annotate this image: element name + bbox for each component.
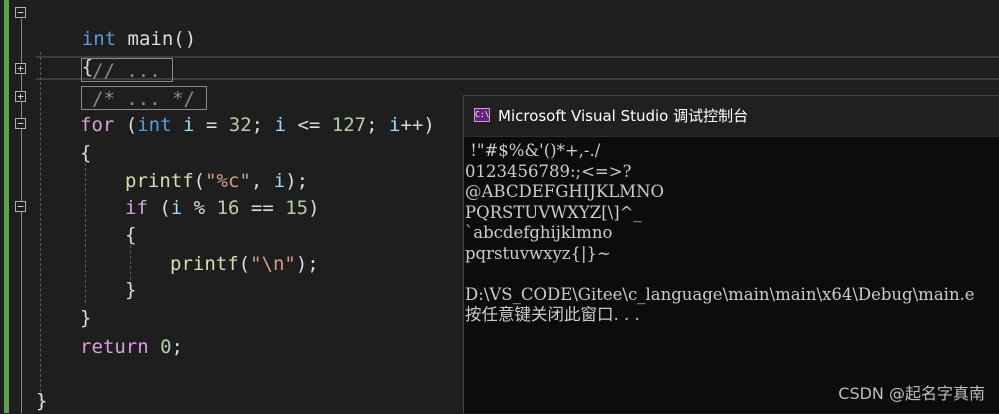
code-line-6[interactable]: { (80, 140, 91, 166)
string-literal: "%c" (205, 170, 251, 192)
code-line-11[interactable]: } (125, 277, 136, 303)
function-printf: printf (170, 253, 239, 275)
indent-guide (85, 163, 86, 303)
code-punct (149, 336, 160, 358)
code-punct: ( (114, 114, 138, 136)
code-punct: ( (147, 197, 171, 219)
open-brace: { (80, 142, 92, 164)
close-brace: } (80, 307, 92, 329)
change-tracking-bar (4, 0, 9, 413)
console-output-line: D:\VS_CODE\Gitee\c_language\main\main\x6… (465, 284, 975, 304)
expand-block-comment-icon[interactable]: + (15, 91, 26, 102)
code-line-printf-newline[interactable]: printf("\n"); (170, 251, 319, 277)
code-punct: == (239, 197, 286, 219)
console-output-line: 按任意键关闭此窗口. . . (465, 305, 640, 324)
collapsed-comment[interactable]: // ... (81, 58, 173, 82)
var-i: i (274, 114, 286, 136)
console-output-line: 0123456789:;<=>? (465, 161, 632, 181)
number: 0 (160, 336, 172, 358)
console-output[interactable]: !"#$%&'()*+,-./ 0123456789:;<=>? @ABCDEF… (465, 141, 999, 326)
console-title: Microsoft Visual Studio 调试控制台 (498, 107, 749, 125)
collapse-for-icon[interactable]: − (15, 118, 26, 129)
fold-guide-main (21, 19, 22, 413)
code-punct: ); (295, 253, 319, 275)
console-output-line: !"#$%&'()*+,-./ (465, 141, 601, 160)
csdn-watermark: CSDN @起名字真南 (838, 384, 985, 403)
keyword-if: if (125, 197, 148, 219)
debug-console-window[interactable]: C:\ Microsoft Visual Studio 调试控制台 !"#$%&… (463, 95, 999, 413)
number: 127 (331, 114, 367, 136)
code-punct: ) (308, 197, 320, 219)
expand-comment-icon[interactable]: + (15, 63, 26, 74)
console-output-line: pqrstuvwxyz{|}~ (465, 243, 611, 263)
keyword-for: for (80, 114, 115, 136)
console-output-line: @ABCDEFGHIJKLMNO (465, 182, 665, 201)
code-punct: ); (285, 170, 309, 192)
console-output-line: `abcdefghijklmno (465, 223, 613, 242)
current-line-highlight (36, 56, 999, 80)
console-titlebar[interactable]: C:\ Microsoft Visual Studio 调试控制台 (464, 96, 999, 137)
code-punct: , (250, 170, 274, 192)
number: 32 (228, 114, 252, 136)
number: 16 (216, 197, 240, 219)
code-punct: ( (238, 253, 251, 275)
keyword-int: int (137, 114, 172, 136)
code-line-9[interactable]: { (125, 222, 136, 248)
code-punct: <= (286, 114, 332, 136)
code-line-14[interactable]: } (36, 388, 47, 414)
close-brace: } (36, 390, 48, 412)
var-i: i (170, 197, 183, 219)
code-line-1[interactable]: int main() (36, 0, 196, 50)
code-text: main() (116, 28, 197, 50)
number: 15 (285, 197, 309, 219)
collapsed-block-comment[interactable]: /* ... */ (81, 86, 207, 110)
keyword-return: return (80, 336, 149, 358)
code-line-return[interactable]: return 0; (80, 334, 183, 360)
function-printf: printf (125, 170, 194, 192)
code-punct: = (194, 114, 229, 136)
var-i: i (273, 170, 286, 192)
code-punct: ; (366, 114, 389, 136)
var-i: i (171, 114, 195, 136)
collapsed-block-comment-text: /* ... */ (92, 88, 195, 110)
open-brace: { (125, 224, 137, 246)
code-punct: ; (251, 114, 275, 136)
collapsed-comment-text: // ... (92, 60, 161, 82)
string-literal: "\n" (250, 253, 296, 275)
code-line-if[interactable]: if (i % 16 == 15) (125, 195, 320, 221)
code-line-for[interactable]: for (int i = 32; i <= 127; i++) (80, 112, 435, 138)
code-punct: ; (171, 336, 183, 358)
code-punct: ++) (400, 114, 435, 136)
code-line-2[interactable]: { (36, 28, 93, 78)
collapse-if-icon[interactable]: − (15, 201, 26, 212)
code-line-printf[interactable]: printf("%c", i); (125, 168, 308, 194)
code-line-12[interactable]: } (80, 305, 91, 331)
var-i: i (388, 114, 401, 136)
close-brace: } (125, 279, 137, 301)
code-punct: ( (193, 170, 206, 192)
collapse-main-icon[interactable]: − (15, 7, 26, 18)
code-punct: % (182, 197, 217, 219)
console-app-icon: C:\ (474, 108, 490, 122)
console-output-line: PQRSTUVWXYZ[\]^_ (465, 202, 642, 222)
